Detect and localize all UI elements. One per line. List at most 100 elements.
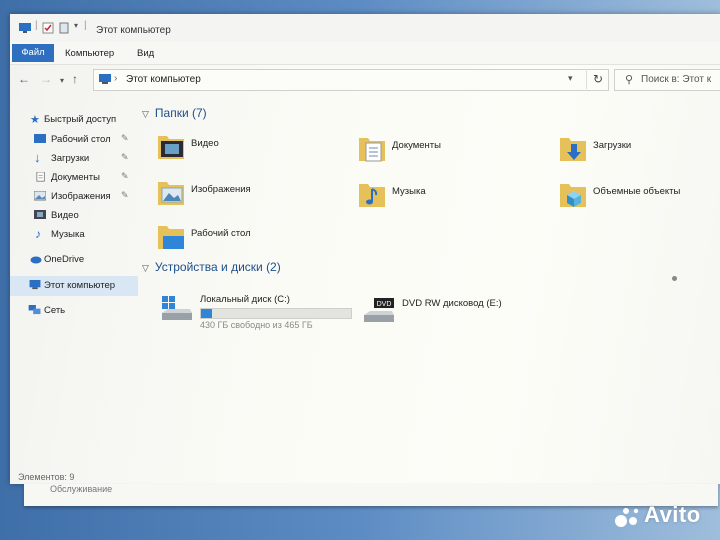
folder-name: Загрузки	[593, 140, 632, 151]
sidebar-item-label: Музыка	[51, 229, 85, 240]
sidebar-item-downloads[interactable]: ↓ Загрузки ✎	[10, 149, 138, 169]
computer-icon	[19, 23, 31, 33]
dvd-badge: DVD	[377, 301, 392, 308]
sidebar-item-documents[interactable]: Документы ✎	[10, 168, 138, 188]
drive-item-local-c[interactable]: Локальный диск (C:) 430 ГБ свободно из 4…	[160, 292, 360, 332]
sidebar-item-music[interactable]: ♪ Музыка	[10, 225, 138, 245]
computer-icon	[29, 280, 41, 290]
sidebar-item-onedrive[interactable]: OneDrive	[10, 250, 138, 270]
tab-computer[interactable]: Компьютер	[65, 48, 114, 59]
desktop-icon	[34, 134, 46, 143]
sidebar-item-desktop[interactable]: Рабочий стол ✎	[10, 130, 138, 150]
sidebar-item-this-pc[interactable]: Этот компьютер	[10, 276, 138, 296]
3d-objects-folder-icon	[560, 184, 586, 207]
pin-icon[interactable]: ✎	[121, 190, 129, 201]
folder-name: Музыка	[392, 186, 426, 197]
dvd-drive-icon: DVD	[364, 298, 394, 322]
navigation-bar: ← → ▾ ↑ › Этот компьютер ▾ ↻ ⚲ Поиск в: …	[10, 64, 720, 94]
folder-name: Видео	[191, 138, 219, 149]
background-window-text: Обслуживание	[50, 484, 113, 494]
disk-usage-fill	[201, 309, 213, 318]
breadcrumb-this-pc[interactable]: Этот компьютер	[126, 74, 201, 85]
customize-toolbar-icon[interactable]: ▾	[74, 21, 78, 33]
video-folder-icon	[158, 136, 184, 159]
window-title: Этот компьютер	[96, 25, 171, 36]
sidebar-item-quick-access[interactable]: ★ Быстрый доступ	[10, 110, 138, 130]
tab-view[interactable]: Вид	[137, 48, 154, 59]
breadcrumb-separator-icon: ›	[114, 73, 118, 84]
navigation-pane: ★ Быстрый доступ Рабочий стол ✎ ↓ Загруз…	[10, 102, 140, 482]
folder-item-music[interactable]: Музыка	[357, 180, 537, 220]
properties-icon[interactable]	[42, 22, 54, 34]
title-bar: | ▾ | Этот компьютер	[10, 14, 720, 42]
music-note-icon: ♪	[35, 227, 41, 241]
star-icon: ★	[30, 114, 40, 126]
windows-drive-icon	[162, 296, 192, 320]
video-icon	[34, 210, 46, 219]
new-folder-icon[interactable]	[59, 22, 69, 34]
ribbon-tabs: Файл Компьютер Вид	[10, 42, 720, 65]
computer-icon	[99, 74, 111, 84]
devices-group-header[interactable]: ▽ Устройства и диски (2)	[142, 260, 281, 274]
document-icon	[36, 172, 45, 182]
download-arrow-icon: ↓	[34, 150, 41, 165]
sidebar-item-pictures[interactable]: Изображения ✎	[10, 187, 138, 207]
folder-name: Рабочий стол	[191, 228, 251, 239]
music-folder-icon	[359, 184, 385, 207]
pictures-folder-icon	[158, 182, 184, 205]
up-arrow-icon[interactable]: ↑	[72, 73, 78, 85]
sidebar-item-label: Видео	[51, 210, 79, 221]
folder-item-pictures[interactable]: Изображения	[156, 178, 336, 218]
folder-item-videos[interactable]: Видео	[156, 132, 336, 172]
sidebar-item-label: Загрузки	[51, 153, 90, 164]
collapse-chevron-icon[interactable]: ▽	[142, 263, 149, 273]
toolbar-separator: |	[35, 20, 38, 31]
folder-item-desktop[interactable]: Рабочий стол	[156, 222, 336, 262]
group-title: Папки (7)	[154, 106, 207, 120]
folder-name: Изображения	[191, 184, 251, 195]
search-icon: ⚲	[625, 74, 634, 86]
sidebar-item-label: Быстрый доступ	[44, 114, 117, 125]
folders-group-header[interactable]: ▽ Папки (7)	[142, 106, 207, 120]
drive-item-dvd-e[interactable]: DVD DVD RW дисковод (E:)	[362, 294, 562, 334]
sidebar-item-label: Сеть	[44, 305, 66, 316]
collapse-chevron-icon[interactable]: ▽	[142, 109, 149, 119]
pin-icon[interactable]: ✎	[121, 152, 129, 163]
sidebar-item-network[interactable]: Сеть	[10, 301, 138, 321]
folder-item-documents[interactable]: Документы	[357, 134, 537, 174]
content-pane: ▽ Папки (7) Видео Документы Загрузки Изо…	[140, 102, 720, 482]
sidebar-item-label: Рабочий стол	[51, 134, 111, 145]
refresh-icon[interactable]: ↻	[586, 69, 609, 89]
drive-name: Локальный диск (C:)	[200, 294, 290, 305]
file-explorer-window: | ▾ | Этот компьютер Файл Компьютер Вид …	[10, 14, 720, 484]
toolbar-separator: |	[84, 20, 87, 31]
address-dropdown-icon[interactable]: ▾	[568, 73, 573, 84]
sidebar-item-label: Изображения	[51, 191, 111, 202]
documents-folder-icon	[359, 138, 385, 162]
sidebar-item-label: OneDrive	[44, 254, 85, 265]
disk-usage-bar	[200, 308, 352, 319]
sidebar-item-label: Документы	[51, 172, 100, 183]
address-bar[interactable]: › Этот компьютер ▾ ↻	[93, 69, 609, 91]
folder-item-3d-objects[interactable]: Объемные объекты	[558, 180, 720, 220]
pin-icon[interactable]: ✎	[121, 171, 129, 182]
forward-arrow-icon[interactable]: →	[40, 73, 52, 85]
desktop-folder-icon	[158, 226, 184, 249]
pin-icon[interactable]: ✎	[121, 133, 129, 144]
status-bar-item-count: Элементов: 9	[18, 472, 75, 482]
drive-free-space: 430 ГБ свободно из 465 ГБ	[200, 320, 313, 330]
back-arrow-icon[interactable]: ←	[18, 73, 30, 85]
network-icon	[28, 305, 41, 315]
sidebar-item-label: Этот компьютер	[44, 280, 116, 291]
tab-file[interactable]: Файл	[12, 44, 54, 62]
folder-name: Документы	[392, 140, 441, 151]
pictures-icon	[34, 191, 46, 201]
folder-name: Объемные объекты	[593, 186, 681, 197]
avito-watermark: Avito	[644, 502, 701, 527]
search-box[interactable]: ⚲ Поиск в: Этот к	[614, 69, 720, 91]
recent-locations-chevron-icon[interactable]: ▾	[60, 75, 64, 87]
scroll-indicator-dot	[672, 276, 677, 281]
folder-item-downloads[interactable]: Загрузки	[558, 134, 720, 174]
sidebar-item-videos[interactable]: Видео	[10, 206, 138, 226]
group-title: Устройства и диски (2)	[154, 260, 281, 274]
